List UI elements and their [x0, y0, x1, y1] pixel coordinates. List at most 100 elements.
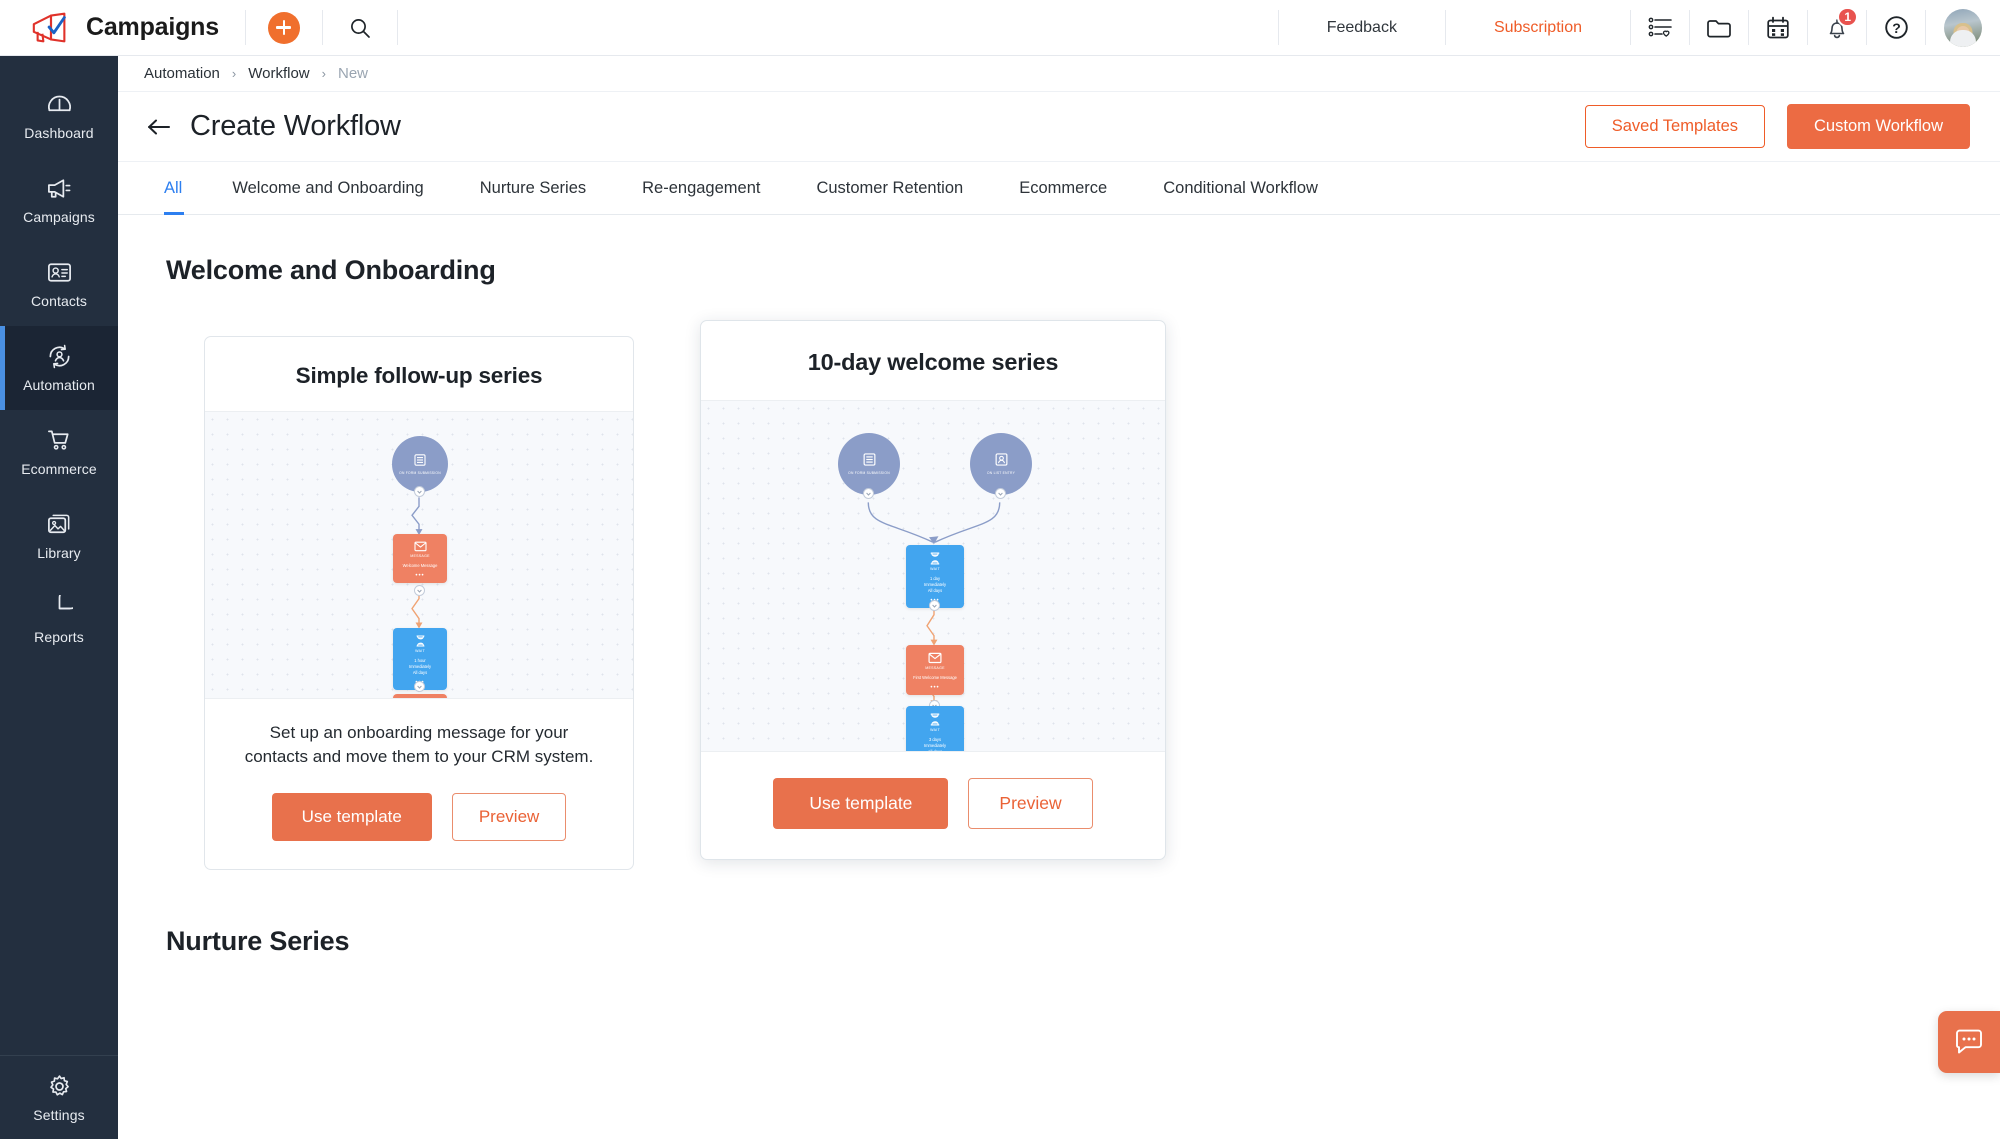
preview-button[interactable]: Preview — [451, 793, 567, 842]
tab-conditional-workflow[interactable]: Conditional Workflow — [1135, 162, 1346, 214]
flow-node-wait-3-days[interactable]: WAIT 3 days Immediately All days ••• — [906, 706, 964, 752]
breadcrumb-item-automation[interactable]: Automation — [144, 65, 220, 82]
chat-support-button[interactable] — [1938, 1011, 2000, 1073]
user-menu-button[interactable] — [1926, 0, 2000, 55]
node-menu-icon[interactable]: ••• — [415, 573, 424, 579]
brand-name: Campaigns — [86, 13, 219, 41]
sidebar-item-settings[interactable]: Settings — [0, 1055, 118, 1139]
flow-node-wait-1-day[interactable]: WAIT 1 day Immediately All days ••• — [906, 545, 964, 611]
tab-nurture-series[interactable]: Nurture Series — [452, 162, 614, 214]
main-content: Automation › Workflow › New Create Workf… — [118, 56, 2000, 1139]
calendar-icon — [1767, 16, 1789, 38]
template-card-title: Simple follow-up series — [295, 363, 543, 388]
breadcrumb-item-new: New — [337, 65, 368, 82]
node-body: ON FORM SUBMISSION — [838, 433, 900, 495]
flow-node-message[interactable]: MESSAGE First Welcome Message ••• — [906, 645, 964, 711]
chat-icon — [1956, 1029, 1982, 1054]
node-type-label: ON FORM SUBMISSION — [399, 470, 441, 475]
use-template-button[interactable]: Use template — [773, 778, 949, 829]
template-cards-row: Simple follow-up series ON FORM SUBMISSI… — [204, 320, 2000, 871]
node-text: First Welcome Message — [913, 674, 957, 680]
tab-welcome-and-onboarding[interactable]: Welcome and Onboarding — [204, 162, 451, 214]
workflow-preview-canvas: ON FORM SUBMISSION — [205, 411, 633, 699]
node-body: ON FORM SUBMISSION — [392, 436, 448, 492]
node-handle[interactable] — [929, 600, 940, 611]
node-menu-icon[interactable]: ••• — [930, 685, 939, 691]
preview-button[interactable]: Preview — [968, 778, 1093, 829]
template-card-actions: Use template Preview — [205, 769, 633, 869]
flow-node-message[interactable]: MESSAGE Welcome Message ••• — [393, 534, 447, 596]
node-body: MESSAGE First Welcome Message ••• — [906, 645, 964, 695]
template-card-description: Set up an onboarding message for your co… — [244, 723, 594, 767]
sidebar-item-ecommerce[interactable]: Ecommerce — [0, 410, 118, 494]
node-handle[interactable] — [414, 585, 425, 596]
feedback-link[interactable]: Feedback — [1279, 0, 1445, 55]
node-handle[interactable] — [863, 488, 874, 499]
node-handle[interactable] — [995, 488, 1006, 499]
back-button[interactable] — [144, 112, 174, 142]
tab-customer-retention[interactable]: Customer Retention — [788, 162, 991, 214]
tab-ecommerce[interactable]: Ecommerce — [991, 162, 1135, 214]
body: Dashboard Campaigns Contacts Automation … — [0, 56, 2000, 1139]
tab-bar: All Welcome and Onboarding Nurture Serie… — [118, 162, 2000, 215]
form-icon — [863, 453, 875, 466]
sidebar-item-campaigns[interactable]: Campaigns — [0, 158, 118, 242]
breadcrumb-item-workflow[interactable]: Workflow — [248, 65, 309, 82]
flow-node-wait[interactable]: WAIT 1 hour Immediately All days ••• — [393, 628, 447, 692]
template-card-10-day-welcome[interactable]: 10-day welcome series ON FORM SUBMISSION… — [700, 320, 1166, 860]
sidebar-item-reports[interactable]: Reports — [0, 578, 118, 662]
custom-workflow-button[interactable]: Custom Workflow — [1787, 104, 1970, 149]
node-body: WAIT 1 day Immediately All days ••• — [906, 545, 964, 608]
sidebar-item-contacts[interactable]: Contacts — [0, 242, 118, 326]
header-actions: Saved Templates Custom Workflow — [1584, 104, 1970, 149]
envelope-icon — [928, 652, 942, 664]
flow-node-trigger-form[interactable]: ON FORM SUBMISSION — [838, 433, 900, 499]
page-title: Create Workflow — [190, 110, 401, 142]
sidebar-item-label: Ecommerce — [21, 461, 97, 477]
sidebar-item-library[interactable]: Library — [0, 494, 118, 578]
search-button[interactable] — [323, 0, 397, 55]
tab-re-engagement[interactable]: Re-engagement — [614, 162, 788, 214]
flow-node-push-to-crm[interactable]: PUSH TO CRM ••• — [393, 694, 447, 698]
megaphone-icon — [47, 179, 70, 198]
template-card-simple-follow-up[interactable]: Simple follow-up series ON FORM SUBMISSI… — [204, 336, 634, 871]
subscription-link[interactable]: Subscription — [1446, 0, 1630, 55]
node-handle[interactable] — [414, 486, 425, 497]
help-button[interactable]: ? — [1867, 0, 1925, 55]
page-header: Create Workflow Saved Templates Custom W… — [118, 92, 2000, 162]
sidebar-item-label: Settings — [33, 1106, 85, 1123]
automation-icon — [48, 344, 70, 369]
notifications-button[interactable]: 1 — [1808, 0, 1866, 55]
list-heart-button[interactable] — [1631, 0, 1689, 55]
form-icon — [414, 454, 426, 466]
flow-node-trigger-list-entry[interactable]: ON LIST ENTRY — [970, 433, 1032, 499]
sidebar-item-label: Reports — [34, 629, 84, 645]
node-text: 1 hour Immediately All days — [408, 657, 432, 675]
template-card-title: 10-day welcome series — [807, 349, 1059, 375]
flow-node-trigger[interactable]: ON FORM SUBMISSION — [392, 436, 448, 497]
calendar-button[interactable] — [1749, 0, 1807, 55]
image-stack-icon — [47, 514, 69, 534]
pie-chart-icon — [58, 595, 73, 610]
hourglass-icon — [930, 713, 940, 726]
saved-templates-button[interactable]: Saved Templates — [1584, 105, 1766, 148]
template-card-actions: Use template Preview — [701, 752, 1165, 859]
contact-card-icon — [47, 263, 71, 282]
folder-button[interactable] — [1690, 0, 1748, 55]
workflow-preview-canvas: ON FORM SUBMISSION — [701, 400, 1165, 752]
sidebar-item-label: Campaigns — [23, 209, 95, 225]
use-template-button[interactable]: Use template — [271, 793, 432, 842]
sidebar-item-automation[interactable]: Automation — [0, 326, 118, 410]
breadcrumb: Automation › Workflow › New — [118, 56, 2000, 92]
brand[interactable]: Campaigns — [0, 0, 245, 55]
sidebar-item-dashboard[interactable]: Dashboard — [0, 74, 118, 158]
node-handle[interactable] — [414, 681, 425, 692]
add-button[interactable] — [246, 0, 322, 55]
node-text: 3 days Immediately All days — [923, 736, 947, 752]
top-bar: Campaigns Feedback Subscription 1 ? — [0, 0, 2000, 56]
tab-all[interactable]: All — [144, 162, 204, 215]
node-type-label: MESSAGE — [410, 554, 430, 558]
sidebar-item-label: Contacts — [30, 293, 88, 309]
